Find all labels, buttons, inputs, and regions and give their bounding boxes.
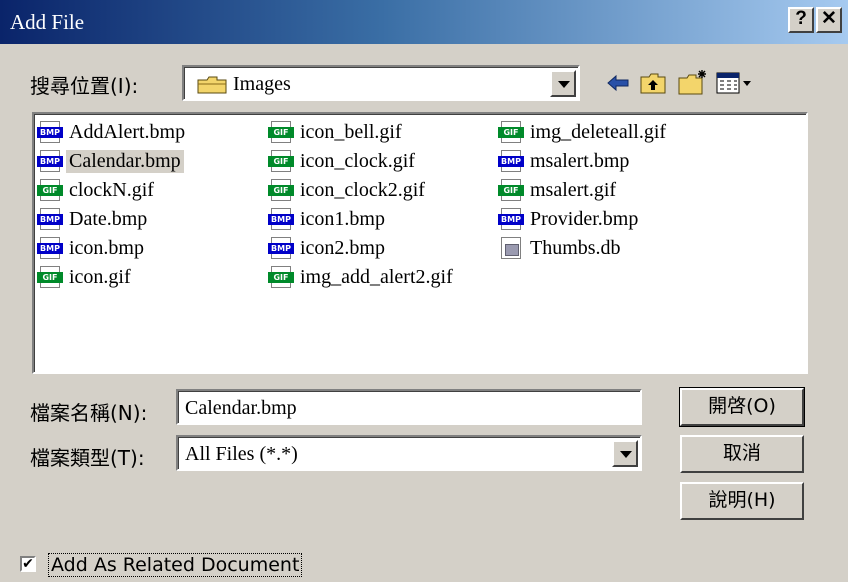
file-name: icon.gif bbox=[69, 265, 131, 288]
file-list-item[interactable]: GIF img_deleteall.gif bbox=[498, 119, 669, 145]
up-folder-icon[interactable] bbox=[640, 67, 666, 99]
lookin-label: 搜尋位置(I): bbox=[30, 74, 139, 98]
file-list-item[interactable]: BMP Provider.bmp bbox=[498, 206, 641, 232]
file-list-item[interactable]: GIF img_add_alert2.gif bbox=[268, 264, 456, 290]
file-list-item[interactable]: GIF icon.gif bbox=[37, 264, 134, 290]
gif-file-icon: GIF bbox=[268, 121, 294, 143]
file-list-item[interactable]: BMP icon2.bmp bbox=[268, 235, 388, 261]
bmp-file-icon: BMP bbox=[268, 237, 294, 259]
file-list-item[interactable]: GIF clockN.gif bbox=[37, 177, 157, 203]
file-name: msalert.gif bbox=[530, 178, 617, 201]
filetype-label: 檔案類型(T): bbox=[30, 446, 145, 470]
open-button[interactable]: 開啓(O) bbox=[679, 387, 805, 427]
thumbs-db-file-icon bbox=[498, 237, 524, 259]
file-name: Thumbs.db bbox=[530, 236, 621, 259]
file-list-item[interactable]: Thumbs.db bbox=[498, 235, 624, 261]
bmp-file-icon: BMP bbox=[37, 208, 63, 230]
bmp-file-icon: BMP bbox=[498, 208, 524, 230]
gif-file-icon: GIF bbox=[268, 266, 294, 288]
file-name: icon.bmp bbox=[69, 236, 144, 259]
title-bar[interactable]: Add File ? ✕ bbox=[0, 0, 848, 44]
back-arrow-icon[interactable] bbox=[606, 67, 630, 99]
filetype-combo[interactable]: All Files (*.*) bbox=[176, 435, 642, 471]
gif-file-icon: GIF bbox=[37, 266, 63, 288]
file-name: img_deleteall.gif bbox=[530, 120, 667, 143]
file-name: Date.bmp bbox=[69, 207, 148, 230]
help-button[interactable]: 說明(H) bbox=[680, 482, 804, 520]
file-list-item[interactable]: GIF icon_clock2.gif bbox=[268, 177, 428, 203]
filename-label: 檔案名稱(N): bbox=[30, 401, 148, 425]
file-list-item[interactable]: GIF icon_clock.gif bbox=[268, 148, 418, 174]
lookin-combo[interactable]: Images bbox=[182, 65, 580, 101]
file-name: icon_clock.gif bbox=[300, 149, 415, 172]
file-list[interactable]: BMP AddAlert.bmp BMP Calendar.bmp GIF clockN.… bbox=[32, 112, 808, 374]
gif-file-icon: GIF bbox=[268, 150, 294, 172]
gif-file-icon: GIF bbox=[498, 121, 524, 143]
filename-value: Calendar.bmp bbox=[185, 397, 297, 419]
file-name: Provider.bmp bbox=[530, 207, 639, 230]
cancel-button[interactable]: 取消 bbox=[680, 435, 804, 473]
file-name: icon_clock2.gif bbox=[300, 178, 425, 201]
bmp-file-icon: BMP bbox=[37, 121, 63, 143]
bmp-file-icon: BMP bbox=[37, 150, 63, 172]
file-list-item[interactable]: BMP Date.bmp bbox=[37, 206, 150, 232]
filetype-dropdown-button[interactable] bbox=[612, 440, 638, 467]
file-list-item[interactable]: GIF msalert.gif bbox=[498, 177, 619, 203]
lookin-value: Images bbox=[233, 73, 291, 95]
file-name: icon1.bmp bbox=[300, 207, 385, 230]
help-title-button[interactable]: ? bbox=[788, 7, 814, 33]
file-list-item[interactable]: BMP Calendar.bmp bbox=[37, 148, 184, 174]
bmp-file-icon: BMP bbox=[37, 237, 63, 259]
gif-file-icon: GIF bbox=[37, 179, 63, 201]
lookin-dropdown-button[interactable] bbox=[550, 70, 576, 97]
file-name: icon_bell.gif bbox=[300, 120, 402, 143]
file-list-item[interactable]: BMP AddAlert.bmp bbox=[37, 119, 188, 145]
bmp-file-icon: BMP bbox=[498, 150, 524, 172]
filetype-value: All Files (*.*) bbox=[185, 443, 298, 465]
file-list-item[interactable]: BMP msalert.bmp bbox=[498, 148, 632, 174]
add-file-dialog: Add File ? ✕ 搜尋位置(I): Images BMP AddAlert… bbox=[0, 0, 848, 582]
gif-file-icon: GIF bbox=[498, 179, 524, 201]
file-name: Calendar.bmp bbox=[66, 149, 184, 173]
file-list-item[interactable]: GIF icon_bell.gif bbox=[268, 119, 405, 145]
close-title-button[interactable]: ✕ bbox=[816, 7, 842, 33]
file-name: clockN.gif bbox=[69, 178, 154, 201]
file-name: AddAlert.bmp bbox=[69, 120, 186, 143]
file-name: icon2.bmp bbox=[300, 236, 385, 259]
filename-field[interactable]: Calendar.bmp bbox=[176, 389, 642, 425]
new-folder-icon[interactable] bbox=[678, 67, 708, 99]
window-title: Add File bbox=[10, 10, 85, 34]
gif-file-icon: GIF bbox=[268, 179, 294, 201]
related-document-label[interactable]: Add As Related Document bbox=[48, 553, 303, 577]
related-document-checkbox[interactable]: ✔ bbox=[20, 556, 36, 572]
file-list-item[interactable]: BMP icon1.bmp bbox=[268, 206, 388, 232]
file-name: msalert.bmp bbox=[530, 149, 630, 172]
file-list-item[interactable]: BMP icon.bmp bbox=[37, 235, 147, 261]
folder-icon bbox=[197, 76, 227, 94]
file-name: img_add_alert2.gif bbox=[300, 265, 453, 288]
bmp-file-icon: BMP bbox=[268, 208, 294, 230]
view-menu-icon[interactable] bbox=[716, 67, 756, 99]
